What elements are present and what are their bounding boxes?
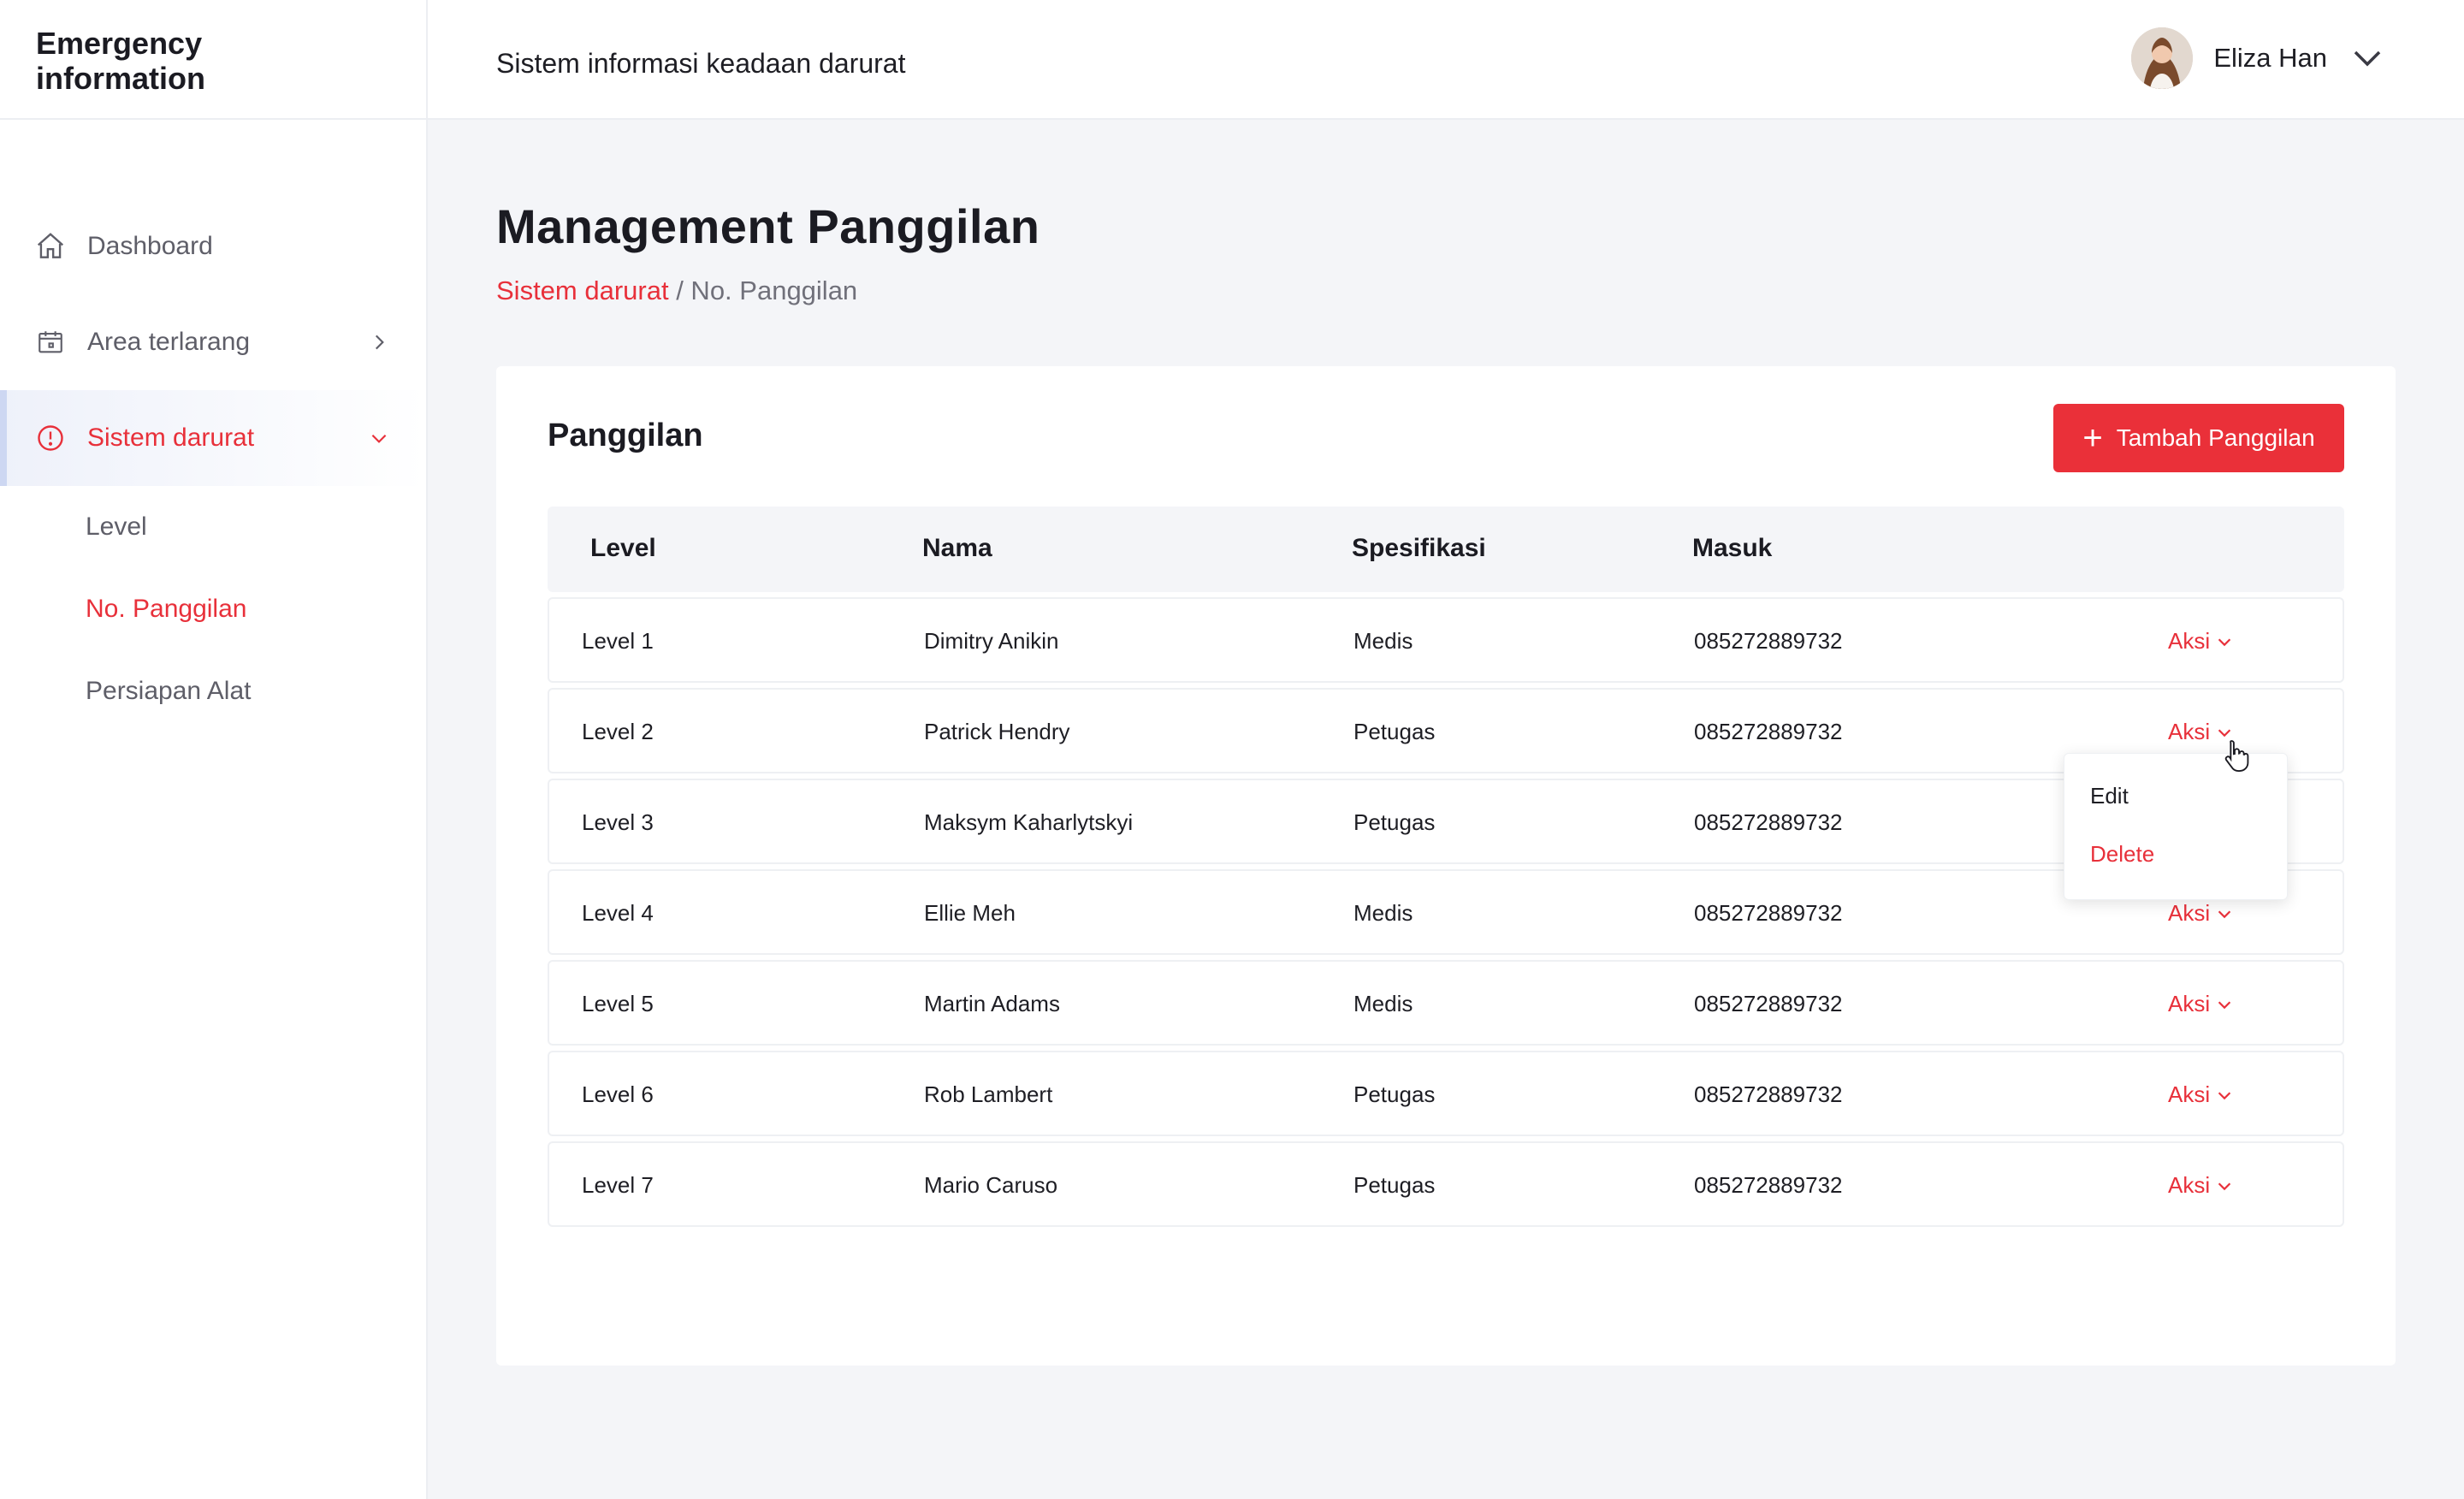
sub-nav: Level No. Panggilan Persiapan Alat	[0, 486, 426, 732]
cell-nama: Ellie Meh	[924, 900, 1016, 926]
sidebar-item-label: Dashboard	[87, 232, 213, 260]
sidebar-item-sistem-darurat[interactable]: Sistem darurat	[0, 390, 426, 486]
column-header-level: Level	[590, 534, 656, 562]
home-icon	[34, 230, 67, 263]
aksi-dropdown-menu: Edit Delete	[2064, 753, 2288, 900]
aksi-button[interactable]: Aksi	[2168, 900, 2234, 927]
cell-nama: Martin Adams	[924, 991, 1060, 1016]
table-row: Level 6 Rob Lambert Petugas 085272889732…	[548, 1051, 2344, 1136]
cell-nama: Rob Lambert	[924, 1081, 1053, 1107]
cell-masuk: 085272889732	[1694, 1081, 1843, 1107]
cell-nama: Mario Caruso	[924, 1172, 1058, 1198]
breadcrumb: Sistem darurat / No. Panggilan	[496, 276, 857, 306]
sidebar-item-label: Area terlarang	[87, 328, 251, 356]
sidebar-nav: Dashboard Area terlarang Sistem darurat …	[0, 198, 426, 732]
cell-masuk: 085272889732	[1694, 900, 1843, 926]
cell-masuk: 085272889732	[1694, 809, 1843, 835]
aksi-label: Aksi	[2168, 628, 2211, 654]
cell-nama: Patrick Hendry	[924, 719, 1070, 744]
chevron-down-icon	[2218, 1000, 2231, 1009]
cell-spesifikasi: Petugas	[1353, 809, 1436, 835]
cell-level: Level 3	[582, 809, 654, 835]
aksi-button[interactable]: Aksi	[2168, 991, 2234, 1017]
column-header-masuk: Masuk	[1692, 534, 1773, 562]
chevron-down-icon[interactable]	[2349, 40, 2385, 76]
hand-cursor-icon	[2224, 740, 2249, 772]
cell-level: Level 6	[582, 1081, 654, 1107]
sidebar: Emergency information Dashboard Area ter…	[0, 0, 428, 1499]
cell-spesifikasi: Petugas	[1353, 1081, 1436, 1107]
info-icon	[34, 422, 67, 454]
sidebar-item-label: Sistem darurat	[87, 424, 255, 452]
cell-level: Level 7	[582, 1172, 654, 1198]
user-name: Eliza Han	[2213, 43, 2327, 73]
cell-masuk: 085272889732	[1694, 991, 1843, 1016]
chevron-down-icon	[368, 427, 390, 449]
chevron-down-icon	[2218, 1091, 2231, 1099]
cell-spesifikasi: Medis	[1353, 900, 1413, 926]
aksi-button[interactable]: Aksi	[2168, 628, 2234, 655]
menu-item-delete[interactable]: Delete	[2090, 841, 2154, 868]
aksi-label: Aksi	[2168, 719, 2211, 744]
breadcrumb-link[interactable]: Sistem darurat	[496, 276, 669, 305]
brand-title: Emergency information	[36, 26, 205, 96]
menu-item-edit[interactable]: Edit	[2090, 783, 2129, 809]
sidebar-subitem-level[interactable]: Level	[86, 486, 426, 568]
aksi-label: Aksi	[2168, 1081, 2211, 1107]
aksi-button[interactable]: Aksi	[2168, 1081, 2234, 1108]
chevron-right-icon	[368, 331, 390, 353]
aksi-label: Aksi	[2168, 900, 2211, 926]
sidebar-subitem-no-panggilan[interactable]: No. Panggilan	[86, 568, 426, 650]
table-row: Level 5 Martin Adams Medis 085272889732 …	[548, 960, 2344, 1046]
topbar: Sistem informasi keadaan darurat Eliza H…	[428, 0, 2464, 120]
card-title: Panggilan	[548, 418, 703, 453]
user-menu[interactable]: Eliza Han	[2131, 27, 2385, 89]
calendar-icon	[34, 326, 67, 358]
chevron-down-icon	[2218, 909, 2231, 918]
cell-level: Level 5	[582, 991, 654, 1016]
cell-spesifikasi: Petugas	[1353, 1172, 1436, 1198]
cell-level: Level 4	[582, 900, 654, 926]
chevron-down-icon	[2218, 637, 2231, 646]
table-row: Level 1 Dimitry Anikin Medis 08527288973…	[548, 597, 2344, 683]
cell-spesifikasi: Medis	[1353, 628, 1413, 654]
aksi-button[interactable]: Aksi	[2168, 1172, 2234, 1199]
add-panggilan-button[interactable]: + Tambah Panggilan	[2053, 404, 2344, 472]
sidebar-item-dashboard[interactable]: Dashboard	[0, 198, 426, 294]
avatar[interactable]	[2131, 27, 2194, 89]
cell-nama: Maksym Kaharlytskyi	[924, 809, 1134, 835]
cell-level: Level 2	[582, 719, 654, 744]
sidebar-item-area-terlarang[interactable]: Area terlarang	[0, 294, 426, 390]
cell-level: Level 1	[582, 628, 654, 654]
cell-nama: Dimitry Anikin	[924, 628, 1059, 654]
aksi-label: Aksi	[2168, 991, 2211, 1016]
cell-spesifikasi: Petugas	[1353, 719, 1436, 744]
sidebar-subitem-persiapan-alat[interactable]: Persiapan Alat	[86, 650, 426, 732]
topbar-title: Sistem informasi keadaan darurat	[496, 48, 906, 79]
page-title: Management Panggilan	[496, 199, 1040, 253]
column-header-nama: Nama	[922, 534, 992, 562]
cell-masuk: 085272889732	[1694, 628, 1843, 654]
aksi-label: Aksi	[2168, 1172, 2211, 1198]
cell-masuk: 085272889732	[1694, 1172, 1843, 1198]
column-header-spesifikasi: Spesifikasi	[1352, 534, 1486, 562]
breadcrumb-current: / No. Panggilan	[676, 276, 858, 305]
table-header: Level Nama Spesifikasi Masuk	[548, 507, 2344, 592]
brand: Emergency information	[0, 0, 426, 120]
plus-icon: +	[2082, 419, 2103, 457]
add-button-label: Tambah Panggilan	[2116, 424, 2315, 451]
chevron-down-icon	[2218, 1182, 2231, 1190]
cell-masuk: 085272889732	[1694, 719, 1843, 744]
table-row: Level 7 Mario Caruso Petugas 08527288973…	[548, 1141, 2344, 1227]
cell-spesifikasi: Medis	[1353, 991, 1413, 1016]
table-body: Level 1 Dimitry Anikin Medis 08527288973…	[548, 597, 2344, 1232]
